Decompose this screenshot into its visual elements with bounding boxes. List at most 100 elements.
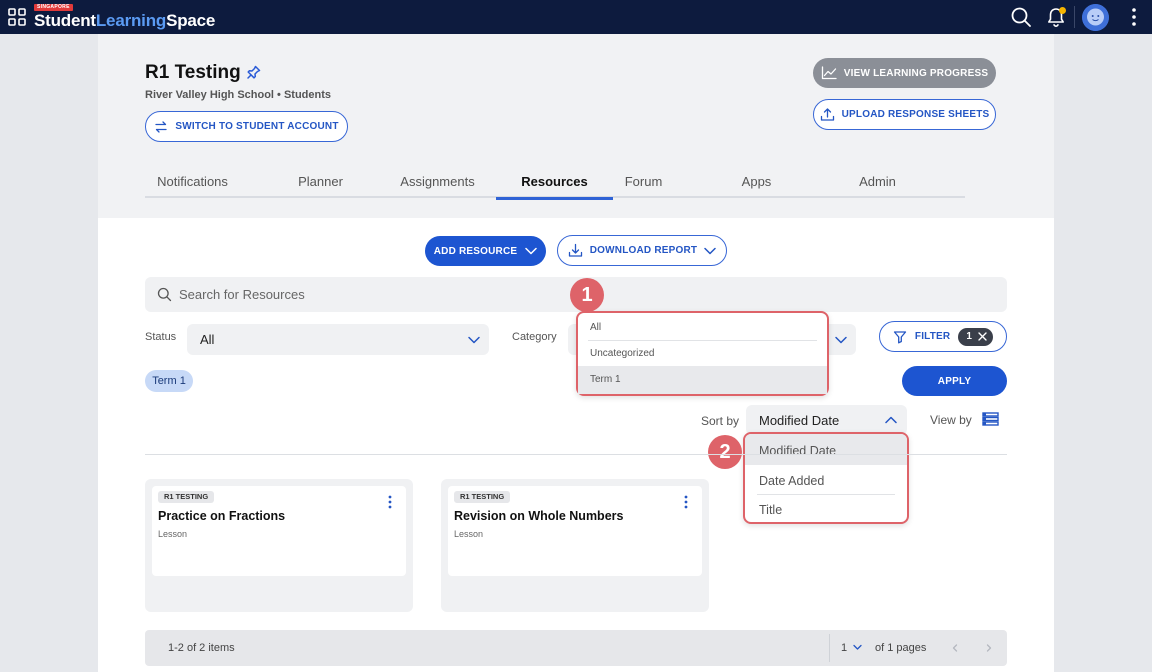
switch-to-student-account-button[interactable]: SWITCH TO STUDENT ACCOUNT [145,111,348,142]
resource-title: Revision on Whole Numbers [454,509,624,523]
course-tabs: Notifications Planner Assignments Resour… [145,170,965,200]
download-icon [568,243,583,258]
funnel-icon [893,330,907,344]
view-progress-label: VIEW LEARNING PROGRESS [843,67,989,79]
pages-count: of 1 pages [875,642,927,654]
resource-card: R1 TESTING Practice on Fractions Lesson [145,479,413,612]
tab-assignments[interactable]: Assignments [379,174,496,200]
chevron-down-icon [834,333,848,347]
brand-student: Student [34,11,96,30]
category-option-label: Uncategorized [590,348,655,359]
category-option-uncategorized[interactable]: Uncategorized [578,341,827,366]
bell-icon[interactable] [1045,6,1067,28]
chevron-down-icon [467,333,481,347]
chevron-up-icon [884,413,898,427]
course-subtitle: River Valley High School • Students [145,89,332,101]
resource-type: Lesson [454,529,484,539]
list-view-icon[interactable] [982,412,999,426]
callout-badge-2: 2 [708,435,742,469]
apply-button[interactable]: APPLY [902,366,1007,396]
resource-tag: R1 TESTING [454,491,511,503]
download-report-button[interactable]: DOWNLOAD REPORT [557,235,727,266]
search-icon[interactable] [1010,6,1032,28]
filter-label: FILTER [914,331,951,342]
add-resource-button[interactable]: ADD RESOURCE [425,236,546,266]
sort-option-label: Modified Date [759,444,837,458]
status-label: Status [145,331,177,343]
tab-planner[interactable]: Planner [262,174,379,200]
filter-count-badge[interactable]: 1 [958,327,994,346]
chart-line-icon [821,66,837,80]
chevron-down-icon [525,247,538,255]
section-divider [145,454,1007,455]
page-select[interactable]: 1 [841,640,865,656]
resource-type: Lesson [158,529,188,539]
more-vertical-icon[interactable] [1124,6,1144,28]
items-count: 1-2 of 2 items [168,642,235,654]
pagination-divider [829,634,830,662]
search-input[interactable] [179,277,579,312]
upload-response-sheets-button[interactable]: UPLOAD RESPONSE SHEETS [813,99,996,130]
switch-account-label: SWITCH TO STUDENT ACCOUNT [175,121,339,132]
tab-notifications[interactable]: Notifications [145,174,240,200]
sort-option-date-added[interactable]: Date Added [745,465,907,494]
notification-dot [1059,7,1066,14]
category-option-term-1[interactable]: Term 1 [578,366,827,394]
apply-label: APPLY [937,375,972,387]
upload-label: UPLOAD RESPONSE SHEETS [841,109,990,120]
sort-option-label: Title [759,503,783,517]
sort-by-label: Sort by [701,414,740,428]
sort-option-title[interactable]: Title [745,495,907,523]
avatar[interactable] [1082,4,1109,31]
sort-select[interactable]: Modified Date [746,405,907,435]
filter-count: 1 [966,331,973,342]
switch-icon [154,120,168,134]
category-option-all[interactable]: All [578,313,827,340]
download-report-label: DOWNLOAD REPORT [589,245,698,256]
tab-forum[interactable]: Forum [585,174,702,200]
page-number: 1 [841,642,848,654]
previous-page-icon[interactable] [949,642,961,654]
pagination-bar: 1-2 of 2 items 1 of 1 pages [145,630,1007,666]
brand-learning: Learning [95,11,167,30]
callout-badge-1: 1 [570,278,604,312]
upload-icon [820,107,835,122]
more-vertical-icon[interactable] [678,494,694,510]
next-page-icon[interactable] [983,642,995,654]
brand-name: StudentLearningSpace [34,11,215,31]
brand-country-tag: SINGAPORE [34,4,73,11]
category-option-label: Term 1 [590,374,621,385]
view-learning-progress-button[interactable]: VIEW LEARNING PROGRESS [813,58,996,88]
sort-option-label: Date Added [759,474,825,488]
resource-tag: R1 TESTING [158,491,215,503]
topbar-divider [1074,6,1075,28]
status-value: All [200,332,215,347]
chevron-down-icon [853,644,862,651]
search-icon [157,287,172,302]
add-resource-label: ADD RESOURCE [433,245,518,257]
view-by-label: View by [930,413,972,427]
apps-grid-icon[interactable] [8,8,26,26]
tab-apps[interactable]: Apps [698,174,815,200]
close-icon [978,332,987,341]
resource-card-body[interactable]: R1 TESTING Practice on Fractions Lesson [152,486,406,576]
status-select[interactable]: All [187,324,489,355]
resource-card-body[interactable]: R1 TESTING Revision on Whole Numbers Les… [448,486,702,576]
active-filter-chip[interactable]: Term 1 [145,370,193,392]
chevron-down-icon [704,247,716,255]
brand-space: Space [166,11,216,30]
more-vertical-icon[interactable] [382,494,398,510]
filter-button[interactable]: FILTER 1 [879,321,1007,352]
category-option-label: All [590,322,602,333]
category-label: Category [512,331,557,343]
category-dropdown: All Uncategorized Term 1 [576,311,829,396]
pin-icon[interactable] [246,64,262,80]
top-navigation-bar: SINGAPORE StudentLearningSpace [0,0,1152,34]
page-title: R1 Testing [145,62,241,83]
resource-title: Practice on Fractions [158,509,286,523]
sort-value: Modified Date [759,413,840,428]
sort-option-modified-date[interactable]: Modified Date [745,434,907,465]
sort-dropdown: Modified Date Date Added Title [743,432,909,524]
resource-card: R1 TESTING Revision on Whole Numbers Les… [441,479,709,612]
tab-admin[interactable]: Admin [819,174,936,200]
